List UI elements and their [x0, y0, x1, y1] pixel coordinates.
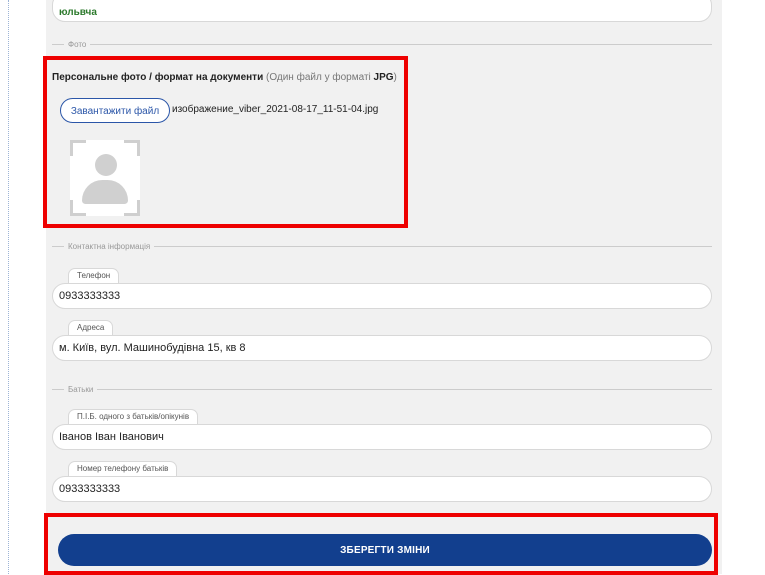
parents-legend-text: Батьки [68, 384, 94, 394]
address-field[interactable]: м. Київ, вул. Машинобудівна 15, кв 8 [52, 335, 712, 361]
save-highlight-box [44, 513, 718, 575]
parent-name-label: П.І.Б. одного з батьків/опікунів [68, 409, 199, 424]
phone-field[interactable]: 0933333333 [52, 283, 712, 309]
phone-label: Телефон [68, 268, 120, 283]
address-label: Адреса [68, 320, 114, 335]
parents-section-legend: Батьки [52, 383, 712, 395]
parent-name-field[interactable]: Іванов Іван Іванович [52, 424, 712, 450]
parent-phone-label: Номер телефону батьків [68, 461, 178, 476]
photo-highlight-box [43, 56, 408, 228]
parent-phone-field[interactable]: 0933333333 [52, 476, 712, 502]
photo-legend-text: Фото [68, 39, 87, 49]
contact-section-legend: Контактна інформація [52, 240, 712, 252]
top-partial-field[interactable]: юльвча [52, 0, 712, 22]
photo-section-legend: Фото [52, 38, 712, 50]
contact-legend-text: Контактна інформація [68, 241, 151, 251]
left-dotted-guide [8, 0, 9, 574]
